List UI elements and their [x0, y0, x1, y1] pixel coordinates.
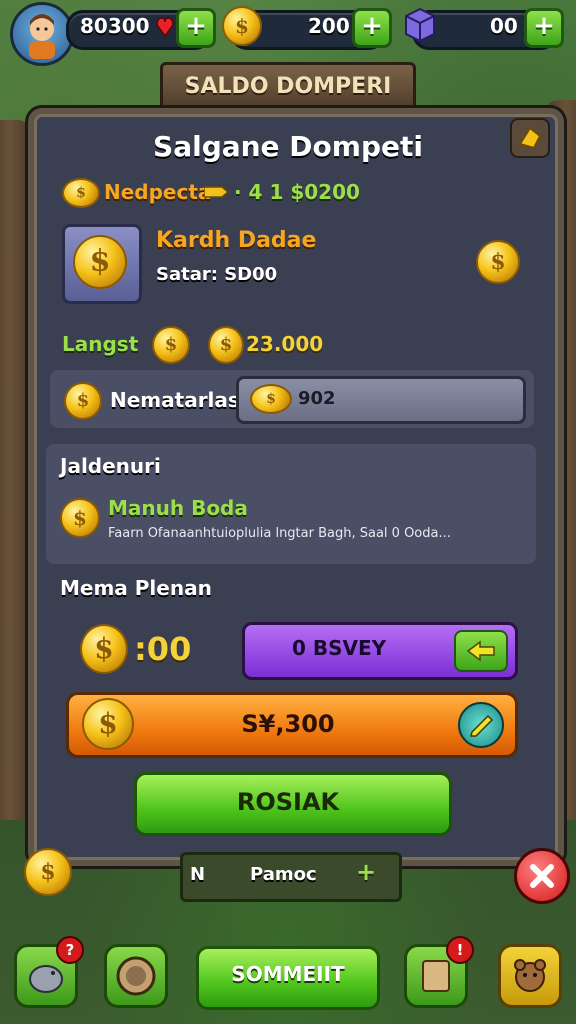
nav-profile-button[interactable]	[498, 944, 562, 1008]
coins-count: 200	[308, 14, 350, 38]
items-count: 00	[490, 14, 518, 38]
nav-map-button[interactable]	[104, 944, 168, 1008]
submit-button-label: ROSIAK	[236, 788, 340, 816]
compass-icon	[116, 956, 156, 996]
behind-bar-left: N	[190, 864, 206, 885]
nav-center-label: SOMMEIIT	[231, 962, 345, 986]
avatar-boy-icon	[29, 14, 55, 59]
card-title: Kardh Dadae	[156, 228, 317, 253]
behind-bar-center: Pamoc	[250, 864, 317, 885]
coin-icon: $	[476, 240, 520, 284]
bear-icon	[514, 959, 546, 992]
behind-bar-plus[interactable]: +	[356, 858, 376, 886]
section-2-item-desc: Faarn Ofanaanhtuioplulia lngtar Bagh, Sa…	[108, 526, 451, 541]
add-gems-button[interactable]: +	[176, 8, 216, 48]
section-3-title: Mema Plenan	[60, 576, 212, 600]
coin-stack-icon: $	[250, 384, 292, 414]
avatar[interactable]	[10, 2, 74, 66]
coin-icon: $	[152, 326, 190, 364]
arrow-icon	[203, 184, 230, 198]
section-2-title: Jaldenuri	[60, 454, 161, 478]
notification-badge: !	[446, 936, 474, 964]
notification-badge: ?	[56, 936, 84, 964]
coin-stack-icon: $	[62, 178, 100, 208]
langst-label: Langst	[62, 332, 139, 356]
coin-icon: $	[208, 326, 244, 364]
arrow-left-icon[interactable]	[454, 630, 508, 672]
big-coin-icon: $	[73, 235, 127, 289]
coin-icon: $	[222, 6, 262, 46]
close-icon	[530, 864, 554, 888]
gift-box-icon	[400, 4, 440, 44]
gems-count: 80300	[80, 14, 150, 38]
title-plaque: SALDO DOMPERI	[160, 62, 416, 112]
panel-heading: Salgane Dompeti	[153, 130, 423, 163]
nemat-value: 902	[298, 388, 336, 409]
add-coins-button[interactable]: +	[352, 8, 392, 48]
close-button[interactable]	[514, 848, 570, 904]
nemat-label: Nematarlas	[110, 388, 240, 412]
coin-icon: $	[60, 498, 100, 538]
add-items-button[interactable]: +	[524, 8, 564, 48]
edit-icon[interactable]	[458, 702, 504, 748]
coin-icon: $	[24, 848, 72, 896]
card-frame: $	[62, 224, 142, 304]
heart-gem-icon	[156, 16, 174, 38]
dollar-icon: $	[80, 624, 128, 674]
row1-value: · 4 1 $0200	[234, 180, 360, 204]
card-subtitle: Satar: SD00	[156, 264, 278, 285]
row1-label: Nedpecta	[104, 180, 212, 204]
langst-value: 23.000	[246, 332, 324, 356]
purple-button-label: 0 BSVEY	[292, 636, 387, 660]
coin-icon: $	[64, 382, 102, 420]
section-2-item-title: Manuh Boda	[108, 496, 248, 520]
amount-value: :00	[134, 630, 192, 668]
